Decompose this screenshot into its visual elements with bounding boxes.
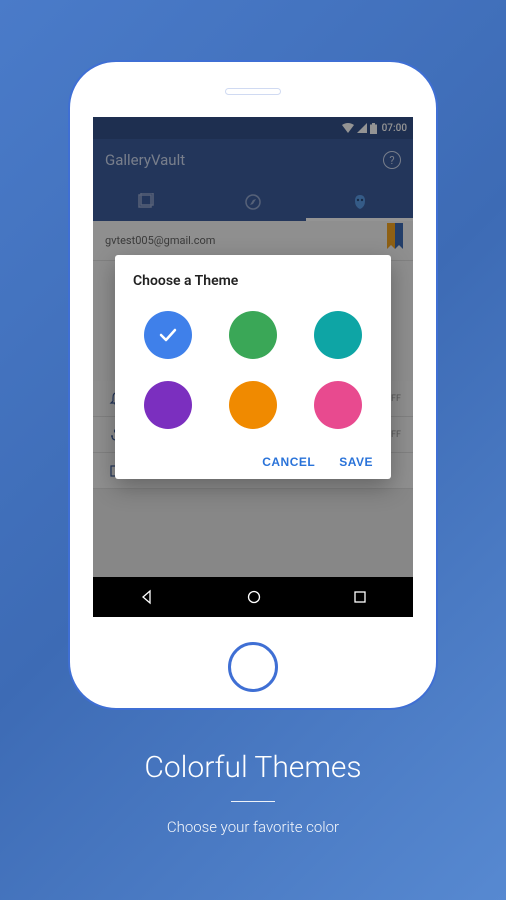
dialog-actions: CANCEL SAVE — [133, 447, 373, 469]
theme-dialog: Choose a Theme CANCEL SAVE — [115, 255, 391, 479]
save-button[interactable]: SAVE — [339, 455, 373, 469]
theme-teal[interactable] — [314, 311, 362, 359]
phone-speaker — [225, 88, 281, 95]
theme-orange[interactable] — [229, 381, 277, 429]
nav-back[interactable] — [139, 589, 155, 605]
phone-home-button — [228, 642, 278, 692]
theme-purple[interactable] — [144, 381, 192, 429]
marketing-headline: Colorful Themes — [144, 750, 361, 785]
divider — [231, 801, 275, 802]
dialog-title: Choose a Theme — [133, 273, 373, 289]
modal-scrim[interactable]: Choose a Theme CANCEL SAVE — [93, 117, 413, 617]
check-icon — [157, 324, 179, 346]
nav-home[interactable] — [246, 589, 262, 605]
theme-green[interactable] — [229, 311, 277, 359]
nav-recent[interactable] — [353, 590, 367, 604]
theme-pink[interactable] — [314, 381, 362, 429]
phone-frame: 07:00 GalleryVault ? gvtest005@gmail.com — [68, 60, 438, 710]
marketing-subline: Choose your favorite color — [144, 818, 361, 836]
android-nav-bar — [93, 577, 413, 617]
cancel-button[interactable]: CANCEL — [262, 455, 315, 469]
phone-screen: 07:00 GalleryVault ? gvtest005@gmail.com — [93, 117, 413, 617]
theme-blue[interactable] — [144, 311, 192, 359]
marketing-block: Colorful Themes Choose your favorite col… — [144, 750, 361, 836]
theme-swatches — [133, 307, 373, 447]
